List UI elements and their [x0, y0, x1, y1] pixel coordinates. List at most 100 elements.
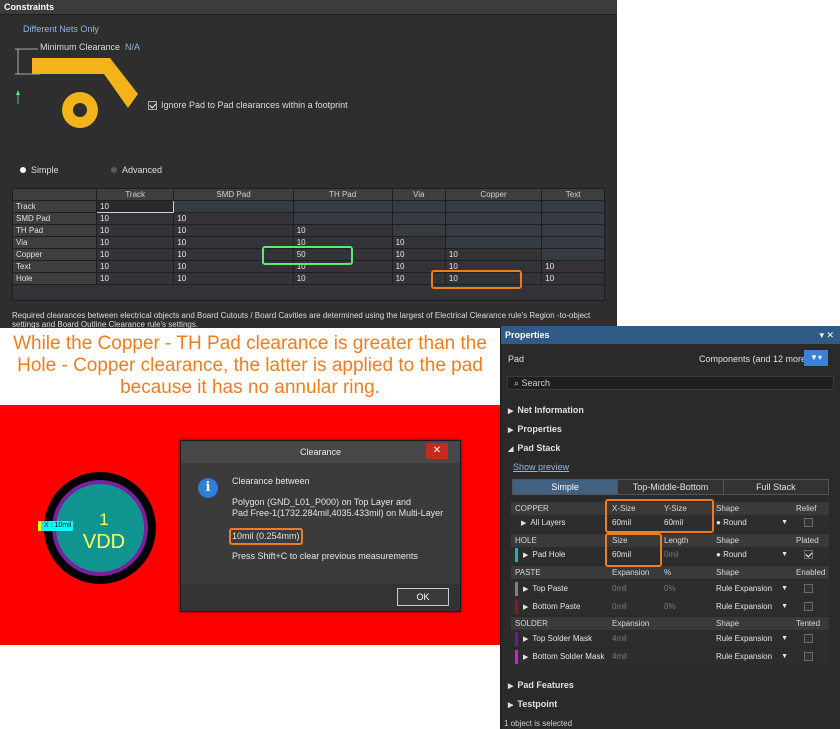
- table-row[interactable]: ▶ Top Solder Mask 4mil Rule Expansion ▼: [511, 631, 829, 647]
- relief-checkbox[interactable]: [804, 518, 813, 528]
- matrix-cell: [173, 200, 294, 213]
- chevron-right-icon: ▶: [521, 520, 527, 527]
- row-name: ▶ Top Paste: [511, 581, 608, 597]
- chevron-down-icon: ▼: [781, 635, 788, 642]
- table-row[interactable]: ▶ Top Paste 0mil 0% Rule Expansion ▼: [511, 581, 829, 597]
- tab-full-stack[interactable]: Full Stack: [723, 480, 828, 494]
- matrix-cell[interactable]: 10: [95, 200, 175, 213]
- col-label: Length: [664, 536, 689, 545]
- matrix-cell[interactable]: 10: [292, 224, 393, 237]
- section-pad-features[interactable]: ▶ Pad Features: [508, 680, 574, 690]
- ignore-pad-to-pad-option[interactable]: Ignore Pad to Pad clearances within a fo…: [148, 100, 348, 110]
- tab-top-middle-bottom[interactable]: Top-Middle-Bottom: [618, 480, 724, 494]
- panel-controls[interactable]: ▾ ✕: [819, 326, 834, 344]
- section-net-information[interactable]: ▶ Net Information: [508, 405, 584, 415]
- solder-shape-select[interactable]: Rule Expansion ▼: [712, 649, 792, 665]
- clearance-value-highlight: [229, 528, 303, 545]
- section-label: Testpoint: [517, 699, 558, 709]
- ignore-pad-to-pad-checkbox[interactable]: [148, 100, 157, 110]
- matrix-cell[interactable]: 10: [95, 248, 175, 261]
- matrix-cell: [541, 236, 605, 249]
- copper-size-highlight: [605, 499, 714, 533]
- properties-title-bar: Properties ▾ ✕: [501, 326, 840, 344]
- matrix-cell[interactable]: 10: [173, 224, 294, 237]
- dialog-hint: Press Shift+C to clear previous measurem…: [232, 551, 418, 561]
- matrix-cell: [444, 212, 543, 225]
- row-name: ▶ Bottom Paste: [511, 599, 608, 615]
- matrix-cell[interactable]: 10: [391, 248, 446, 261]
- explanation-caption: While the Copper - TH Pad clearance is g…: [13, 333, 487, 398]
- col-label: PASTE: [515, 568, 541, 577]
- plated-cell: [792, 547, 829, 563]
- matrix-cell[interactable]: 10: [541, 272, 605, 285]
- enabled-checkbox[interactable]: [804, 584, 813, 594]
- matrix-cell[interactable]: 10: [95, 212, 175, 225]
- table-row[interactable]: ▶ Bottom Paste 0mil 0% Rule Expansion ▼: [511, 599, 829, 615]
- layer-color-swatch: [515, 631, 518, 646]
- table-row: TH Pad 10 10 10: [12, 224, 605, 237]
- dialog-footer: OK: [181, 584, 460, 611]
- matrix-cell[interactable]: 10: [95, 236, 175, 249]
- matrix-cell[interactable]: 10: [95, 272, 175, 285]
- matrix-cell[interactable]: 10: [292, 272, 393, 285]
- close-icon[interactable]: ✕: [426, 443, 448, 459]
- section-testpoint[interactable]: ▶ Testpoint: [508, 699, 557, 709]
- matrix-cell[interactable]: 10: [173, 272, 294, 285]
- mode-simple-radio[interactable]: Simple: [20, 165, 59, 175]
- section-label: Properties: [517, 424, 562, 434]
- chevron-down-icon: ▼: [781, 551, 788, 558]
- table-row[interactable]: ▶ Pad Hole 60mil 0mil ● Round ▼: [511, 547, 829, 563]
- copper-shape-select[interactable]: ● Round ▼: [712, 515, 792, 531]
- row-label: Bottom Paste: [532, 602, 581, 611]
- matrix-cell[interactable]: 10: [444, 248, 543, 261]
- chevron-right-icon: ▶: [523, 636, 529, 643]
- expansion-value: 0mil: [612, 584, 627, 593]
- matrix-cell[interactable]: 10: [541, 260, 605, 273]
- object-type: Pad: [508, 354, 525, 364]
- ok-button[interactable]: OK: [397, 588, 449, 606]
- solder-shape-select[interactable]: Rule Expansion ▼: [712, 631, 792, 647]
- matrix-cell[interactable]: 10: [95, 260, 175, 273]
- search-input[interactable]: ⌕ Search: [507, 376, 834, 390]
- selection-filter-text[interactable]: Components (and 12 more): [699, 354, 809, 364]
- dialog-line-2: Polygon (GND_L01_P000) on Top Layer and: [232, 497, 411, 507]
- matrix-row-header: Hole: [12, 272, 97, 285]
- matrix-cell[interactable]: 10: [173, 212, 294, 225]
- table-row[interactable]: ▶ Bottom Solder Mask 4mil Rule Expansion ▼: [511, 649, 829, 665]
- paste-shape-select[interactable]: Rule Expansion ▼: [712, 581, 792, 597]
- measurement-marker: X : 10mil: [38, 521, 73, 531]
- matrix-row-header: Track: [12, 200, 97, 213]
- expansion-value: 4mil: [612, 634, 627, 643]
- section-properties[interactable]: ▶ Properties: [508, 424, 562, 434]
- paste-shape-select[interactable]: Rule Expansion ▼: [712, 599, 792, 615]
- matrix-cell: [444, 224, 543, 237]
- plated-checkbox[interactable]: [804, 550, 813, 560]
- mode-advanced-radio[interactable]: Advanced: [111, 165, 162, 175]
- col-label: HOLE: [515, 536, 537, 545]
- col-label: Shape: [716, 504, 740, 513]
- shape-value: Rule Expansion: [716, 652, 773, 661]
- tented-checkbox[interactable]: [804, 652, 813, 662]
- show-preview-link[interactable]: Show preview: [513, 462, 569, 472]
- tab-simple[interactable]: Simple: [513, 480, 619, 494]
- matrix-cell: [541, 212, 605, 225]
- matrix-col-header: Text: [541, 188, 605, 201]
- row-name: ▶ All Layers: [511, 515, 608, 531]
- hole-shape-select[interactable]: ● Round ▼: [712, 547, 792, 563]
- col-label: Shape: [716, 619, 740, 628]
- layer-color-swatch: [515, 547, 518, 562]
- row-label: All Layers: [530, 518, 566, 527]
- section-pad-stack[interactable]: ◢ Pad Stack: [508, 443, 560, 453]
- hole-copper-highlight: [431, 270, 522, 289]
- enabled-checkbox[interactable]: [804, 602, 813, 612]
- enabled-cell: [792, 581, 829, 597]
- pad-stack-mode-tabs: Simple Top-Middle-Bottom Full Stack: [512, 479, 829, 495]
- matrix-cell[interactable]: 10: [95, 224, 175, 237]
- matrix-cell[interactable]: 10: [391, 236, 446, 249]
- chevron-down-icon: ▼: [781, 519, 788, 526]
- section-label: Pad Stack: [517, 443, 561, 453]
- filter-icon[interactable]: ▼▾: [804, 350, 828, 366]
- matrix-col-header: Via: [391, 188, 446, 201]
- tented-checkbox[interactable]: [804, 634, 813, 644]
- col-label: Shape: [716, 568, 740, 577]
